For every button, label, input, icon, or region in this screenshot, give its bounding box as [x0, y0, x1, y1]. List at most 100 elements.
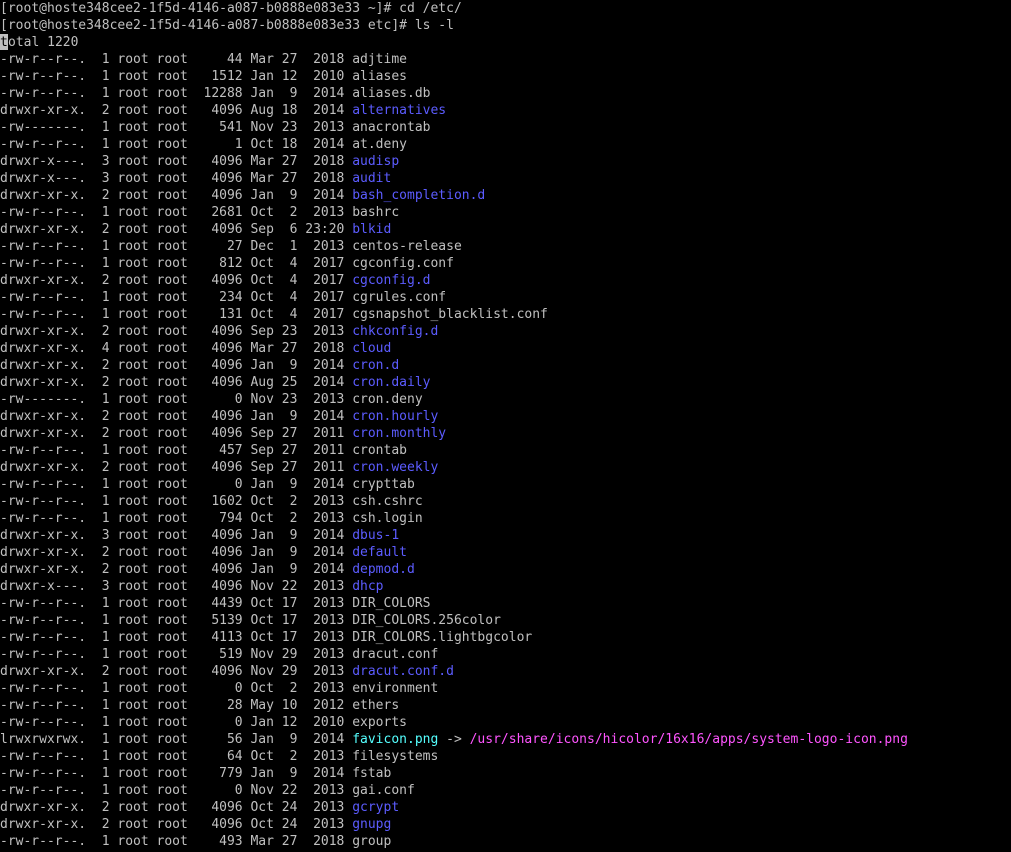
listing-row: drwxr-xr-x. 2 root root 4096 Jan 9 2014 … [0, 408, 1011, 425]
file-name: cgconfig.conf [352, 256, 454, 271]
entry-metadata: drwxr-xr-x. 2 root root 4096 Oct 4 2017 [0, 273, 353, 288]
listing-row: -rw-------. 1 root root 541 Nov 23 2013 … [0, 119, 1011, 136]
file-name: exports [352, 715, 407, 730]
directory-name: blkid [352, 222, 392, 237]
directory-name: cron.weekly [352, 460, 439, 475]
file-name: cgsnapshot_blacklist.conf [352, 307, 548, 322]
listing-row: drwxr-xr-x. 2 root root 4096 Nov 29 2013… [0, 663, 1011, 680]
listing-row: drwxr-xr-x. 2 root root 4096 Oct 24 2013… [0, 816, 1011, 833]
file-name: csh.cshrc [352, 494, 423, 509]
entry-metadata: -rw-r--r--. 1 root root 4439 Oct 17 2013 [0, 596, 353, 611]
listing-row: -rw-r--r--. 1 root root 1512 Jan 12 2010… [0, 68, 1011, 85]
directory-name: alternatives [352, 103, 447, 118]
listing-row: -rw-r--r--. 1 root root 812 Oct 4 2017 c… [0, 255, 1011, 272]
listing-row: -rw-r--r--. 1 root root 2681 Oct 2 2013 … [0, 204, 1011, 221]
entry-metadata: drwxr-xr-x. 2 root root 4096 Sep 6 23:20 [0, 222, 353, 237]
listing-row: drwxr-xr-x. 4 root root 4096 Mar 27 2018… [0, 340, 1011, 357]
entry-metadata: -rw-r--r--. 1 root root 234 Oct 4 2017 [0, 290, 353, 305]
file-name: filesystems [352, 749, 439, 764]
listing-row: -rw-r--r--. 1 root root 493 Mar 27 2018 … [0, 833, 1011, 850]
entry-metadata: drwxr-xr-x. 3 root root 4096 Jan 9 2014 [0, 528, 353, 543]
directory-name: audit [352, 171, 392, 186]
listing-row: drwxr-x---. 3 root root 4096 Mar 27 2018… [0, 153, 1011, 170]
file-name: DIR_COLORS.lightbgcolor [352, 630, 533, 645]
listing-row: drwxr-xr-x. 2 root root 4096 Sep 6 23:20… [0, 221, 1011, 238]
listing-row: -rw-r--r--. 1 root root 234 Oct 4 2017 c… [0, 289, 1011, 306]
file-name: ethers [352, 698, 400, 713]
file-name: at.deny [352, 137, 407, 152]
listing-row: -rw-r--r--. 1 root root 4113 Oct 17 2013… [0, 629, 1011, 646]
entry-metadata: -rw-r--r--. 1 root root 0 Nov 22 2013 [0, 783, 353, 798]
listing-row: -rw-r--r--. 1 root root 64 Oct 2 2013 fi… [0, 748, 1011, 765]
listing-row: -rw-r--r--. 1 root root 519 Nov 29 2013 … [0, 646, 1011, 663]
listing-row: -rw-r--r--. 1 root root 779 Jan 9 2014 f… [0, 765, 1011, 782]
entry-metadata: -rw-r--r--. 1 root root 1 Oct 18 2014 [0, 137, 353, 152]
prompt-line-ls: [root@hoste348cee2-1f5d-4146-a087-b0888e… [0, 18, 454, 33]
entry-metadata: drwxr-xr-x. 2 root root 4096 Sep 27 2011 [0, 460, 353, 475]
text-cursor: t [0, 34, 8, 50]
entry-metadata: lrwxrwxrwx. 1 root root 56 Jan 9 2014 [0, 732, 353, 747]
entry-metadata: drwxr-xr-x. 2 root root 4096 Jan 9 2014 [0, 409, 353, 424]
file-name: environment [352, 681, 439, 696]
listing-row: -rw-r--r--. 1 root root 0 Jan 9 2014 cry… [0, 476, 1011, 493]
prompt-line-cd: [root@hoste348cee2-1f5d-4146-a087-b0888e… [0, 1, 462, 16]
directory-name: default [352, 545, 407, 560]
file-name: dracut.conf [352, 647, 439, 662]
file-name: adjtime [352, 52, 407, 67]
listing-row: -rw-r--r--. 1 root root 5139 Oct 17 2013… [0, 612, 1011, 629]
listing-row: drwxr-xr-x. 2 root root 4096 Jan 9 2014 … [0, 561, 1011, 578]
entry-metadata: drwxr-xr-x. 2 root root 4096 Jan 9 2014 [0, 545, 353, 560]
entry-metadata: drwxr-x---. 3 root root 4096 Nov 22 2013 [0, 579, 353, 594]
listing-row: drwxr-xr-x. 2 root root 4096 Aug 25 2014… [0, 374, 1011, 391]
listing-row: -rw-r--r--. 1 root root 457 Sep 27 2011 … [0, 442, 1011, 459]
entry-metadata: drwxr-xr-x. 2 root root 4096 Nov 29 2013 [0, 664, 353, 679]
file-name: DIR_COLORS [352, 596, 431, 611]
listing-row: drwxr-xr-x. 3 root root 4096 Jan 9 2014 … [0, 527, 1011, 544]
entry-metadata: drwxr-xr-x. 2 root root 4096 Sep 23 2013 [0, 324, 353, 339]
directory-name: cloud [352, 341, 392, 356]
listing-row: -rw-r--r--. 1 root root 0 Jan 12 2010 ex… [0, 714, 1011, 731]
listing-row: -rw-r--r--. 1 root root 27 Dec 1 2013 ce… [0, 238, 1011, 255]
file-name: DIR_COLORS.256color [352, 613, 501, 628]
directory-name: cron.monthly [352, 426, 447, 441]
entry-metadata: drwxr-xr-x. 2 root root 4096 Jan 9 2014 [0, 562, 353, 577]
entry-metadata: -rw-r--r--. 1 root root 64 Oct 2 2013 [0, 749, 353, 764]
listing-row: drwxr-xr-x. 2 root root 4096 Jan 9 2014 … [0, 187, 1011, 204]
listing-row: drwxr-xr-x. 2 root root 4096 Jan 9 2014 … [0, 544, 1011, 561]
listing-row: drwxr-xr-x. 2 root root 4096 Sep 27 2011… [0, 425, 1011, 442]
listing-row: drwxr-xr-x. 2 root root 4096 Oct 24 2013… [0, 799, 1011, 816]
symlink-name: favicon.png [352, 732, 439, 747]
entry-metadata: drwxr-xr-x. 4 root root 4096 Mar 27 2018 [0, 341, 353, 356]
directory-name: audisp [352, 154, 400, 169]
listing-row: drwxr-xr-x. 2 root root 4096 Jan 9 2014 … [0, 357, 1011, 374]
entry-metadata: -rw-r--r--. 1 root root 457 Sep 27 2011 [0, 443, 353, 458]
directory-name: depmod.d [352, 562, 415, 577]
symlink-target: /usr/share/icons/hicolor/16x16/apps/syst… [469, 732, 908, 747]
terminal-window[interactable]: [root@hoste348cee2-1f5d-4146-a087-b0888e… [0, 0, 1011, 852]
entry-metadata: -rw-r--r--. 1 root root 794 Oct 2 2013 [0, 511, 353, 526]
directory-name: dhcp [352, 579, 384, 594]
entry-metadata: drwxr-x---. 3 root root 4096 Mar 27 2018 [0, 171, 353, 186]
directory-name: gcrypt [352, 800, 400, 815]
ls-listing: -rw-r--r--. 1 root root 44 Mar 27 2018 a… [0, 51, 1011, 850]
entry-metadata: drwxr-x---. 3 root root 4096 Mar 27 2018 [0, 154, 353, 169]
listing-row: -rw-r--r--. 1 root root 131 Oct 4 2017 c… [0, 306, 1011, 323]
directory-name: dracut.conf.d [352, 664, 454, 679]
listing-row: drwxr-xr-x. 2 root root 4096 Sep 27 2011… [0, 459, 1011, 476]
entry-metadata: -rw-r--r--. 1 root root 131 Oct 4 2017 [0, 307, 353, 322]
directory-name: cgconfig.d [352, 273, 431, 288]
file-name: anacrontab [352, 120, 431, 135]
entry-metadata: -rw-r--r--. 1 root root 2681 Oct 2 2013 [0, 205, 353, 220]
listing-row: -rw-r--r--. 1 root root 0 Oct 2 2013 env… [0, 680, 1011, 697]
entry-metadata: -rw-r--r--. 1 root root 27 Dec 1 2013 [0, 239, 353, 254]
total-text: otal 1220 [8, 35, 79, 50]
listing-row: -rw-r--r--. 1 root root 28 May 10 2012 e… [0, 697, 1011, 714]
entry-metadata: -rw-r--r--. 1 root root 493 Mar 27 2018 [0, 834, 353, 849]
listing-row: drwxr-xr-x. 2 root root 4096 Oct 4 2017 … [0, 272, 1011, 289]
listing-row: -rw-r--r--. 1 root root 1602 Oct 2 2013 … [0, 493, 1011, 510]
listing-row: -rw-r--r--. 1 root root 12288 Jan 9 2014… [0, 85, 1011, 102]
entry-metadata: -rw-r--r--. 1 root root 0 Jan 9 2014 [0, 477, 353, 492]
entry-metadata: drwxr-xr-x. 2 root root 4096 Aug 25 2014 [0, 375, 353, 390]
file-name: cgrules.conf [352, 290, 447, 305]
entry-metadata: drwxr-xr-x. 2 root root 4096 Jan 9 2014 [0, 358, 353, 373]
